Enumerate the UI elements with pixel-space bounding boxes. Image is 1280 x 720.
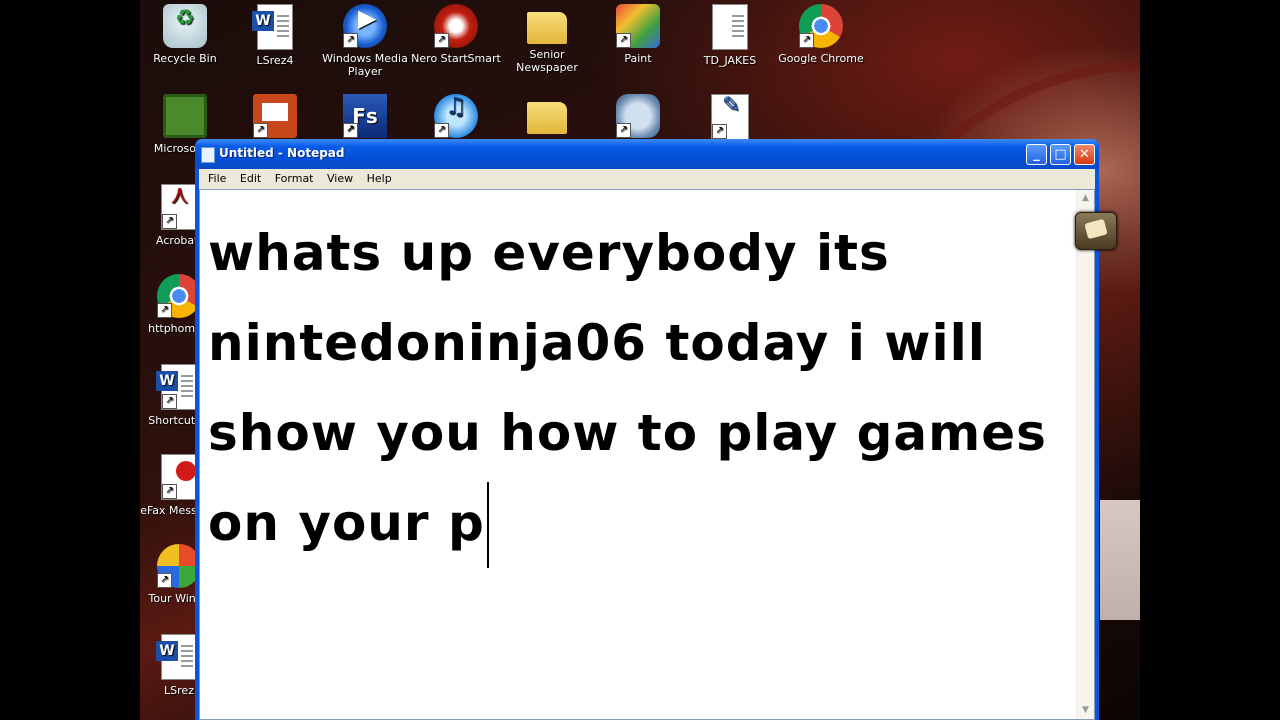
properties-icon: ↗ xyxy=(711,94,749,140)
notepad-app-icon[interactable] xyxy=(201,147,215,163)
publisher-icon xyxy=(163,94,207,138)
icon-label: Recycle Bin xyxy=(153,52,217,65)
desktop-icon-nero[interactable]: ↗ Nero StartSmart xyxy=(411,4,501,65)
shortcut-arrow-icon: ↗ xyxy=(434,33,449,48)
icon-label: Windows Media Player xyxy=(322,52,408,78)
icon-label: Senior Newspaper xyxy=(516,48,578,74)
desktop-icon-windows-media-player[interactable]: ↗ Windows Media Player xyxy=(320,4,410,78)
efax-icon: ↗ xyxy=(161,454,197,500)
shortcut-arrow-icon: ↗ xyxy=(343,33,358,48)
shortcut-arrow-icon: ↗ xyxy=(343,123,358,138)
minimize-button[interactable]: _ xyxy=(1026,144,1047,165)
shortcut-arrow-icon: ↗ xyxy=(616,123,631,138)
shortcut-arrow-icon: ↗ xyxy=(157,573,172,588)
wallpaper-highlight xyxy=(1100,500,1140,620)
desktop-icon-senior-newspaper[interactable]: Senior Newspaper xyxy=(502,4,592,74)
scroll-down-icon[interactable]: ▼ xyxy=(1077,702,1094,719)
nero-icon: ↗ xyxy=(434,4,478,48)
paint-icon: ↗ xyxy=(616,4,660,48)
desktop-icon-td-jakes[interactable]: TD_JAKES xyxy=(685,4,775,67)
shortcut-arrow-icon: ↗ xyxy=(162,484,177,499)
vertical-scrollbar[interactable]: ▲ ▼ xyxy=(1076,190,1094,719)
shortcut-arrow-icon: ↗ xyxy=(799,33,814,48)
shortcut-arrow-icon: ↗ xyxy=(162,214,177,229)
desktop-icon-properties[interactable]: ↗ xyxy=(685,94,775,144)
title-bar[interactable]: Untitled - Notepad _ □ ✕ xyxy=(195,139,1099,169)
floating-app-icon[interactable] xyxy=(1075,212,1117,250)
shortcut-arrow-icon: ↗ xyxy=(712,124,727,139)
icon-label: Paint xyxy=(624,52,652,65)
window-title: Untitled - Notepad xyxy=(219,146,345,160)
folder-icon xyxy=(527,102,567,134)
folder-icon xyxy=(527,12,567,44)
shortcut-arrow-icon: ↗ xyxy=(162,394,177,409)
menu-format[interactable]: Format xyxy=(270,169,319,189)
acrobat-icon: ↗ xyxy=(161,184,197,230)
icon-label: LSrez4 xyxy=(256,54,294,67)
menu-view[interactable]: View xyxy=(322,169,358,189)
desktop-icon-lsrez4[interactable]: W LSrez4 xyxy=(230,4,320,67)
menu-bar: File Edit Format View Help xyxy=(199,169,1095,189)
close-button[interactable]: ✕ xyxy=(1074,144,1095,165)
windows-media-player-icon: ↗ xyxy=(343,4,387,48)
desktop-icon-utility[interactable]: ↗ xyxy=(593,94,683,142)
editor-text: whats up everybody its nintedoninja06 to… xyxy=(208,224,1047,552)
word-document-icon: W xyxy=(252,4,293,50)
menu-edit[interactable]: Edit xyxy=(235,169,266,189)
itunes-icon: ↗ xyxy=(434,94,478,138)
icon-label: Google Chrome xyxy=(778,52,864,65)
menu-help[interactable]: Help xyxy=(362,169,397,189)
editor-content[interactable]: whats up everybody its nintedoninja06 to… xyxy=(208,208,1068,568)
shortcut-arrow-icon: ↗ xyxy=(616,33,631,48)
icon-label: TD_JAKES xyxy=(703,54,757,67)
shortcut-arrow-icon: ↗ xyxy=(434,123,449,138)
notepad-window[interactable]: Untitled - Notepad _ □ ✕ File Edit Forma… xyxy=(195,139,1099,720)
desktop-icon-itunes[interactable]: ↗ xyxy=(411,94,501,142)
desktop-icon-fs[interactable]: Fs ↗ xyxy=(320,94,410,142)
document-icon xyxy=(712,4,748,50)
text-editor[interactable]: whats up everybody its nintedoninja06 to… xyxy=(199,189,1095,720)
desktop-icon-google-chrome[interactable]: ↗ Google Chrome xyxy=(776,4,866,65)
maximize-button[interactable]: □ xyxy=(1050,144,1071,165)
desktop-icon-powerpoint[interactable]: ↗ xyxy=(230,94,320,142)
scroll-up-icon[interactable]: ▲ xyxy=(1077,190,1094,207)
chrome-icon: ↗ xyxy=(799,4,843,48)
icon-label: Nero StartSmart xyxy=(411,52,501,65)
word-document-icon: W xyxy=(156,634,197,680)
menu-file[interactable]: File xyxy=(203,169,231,189)
desktop-icon-paint[interactable]: ↗ Paint xyxy=(593,4,683,65)
word-document-icon: W ↗ xyxy=(156,364,197,410)
fs-app-icon: Fs ↗ xyxy=(343,94,387,138)
powerpoint-icon: ↗ xyxy=(253,94,297,138)
recycle-bin-icon xyxy=(163,4,207,48)
shortcut-arrow-icon: ↗ xyxy=(157,303,172,318)
text-cursor xyxy=(486,482,489,568)
desktop-icon-folder[interactable] xyxy=(502,94,592,138)
desktop-icon-recycle-bin[interactable]: Recycle Bin xyxy=(140,4,230,65)
utility-icon: ↗ xyxy=(616,94,660,138)
shortcut-arrow-icon: ↗ xyxy=(253,123,268,138)
